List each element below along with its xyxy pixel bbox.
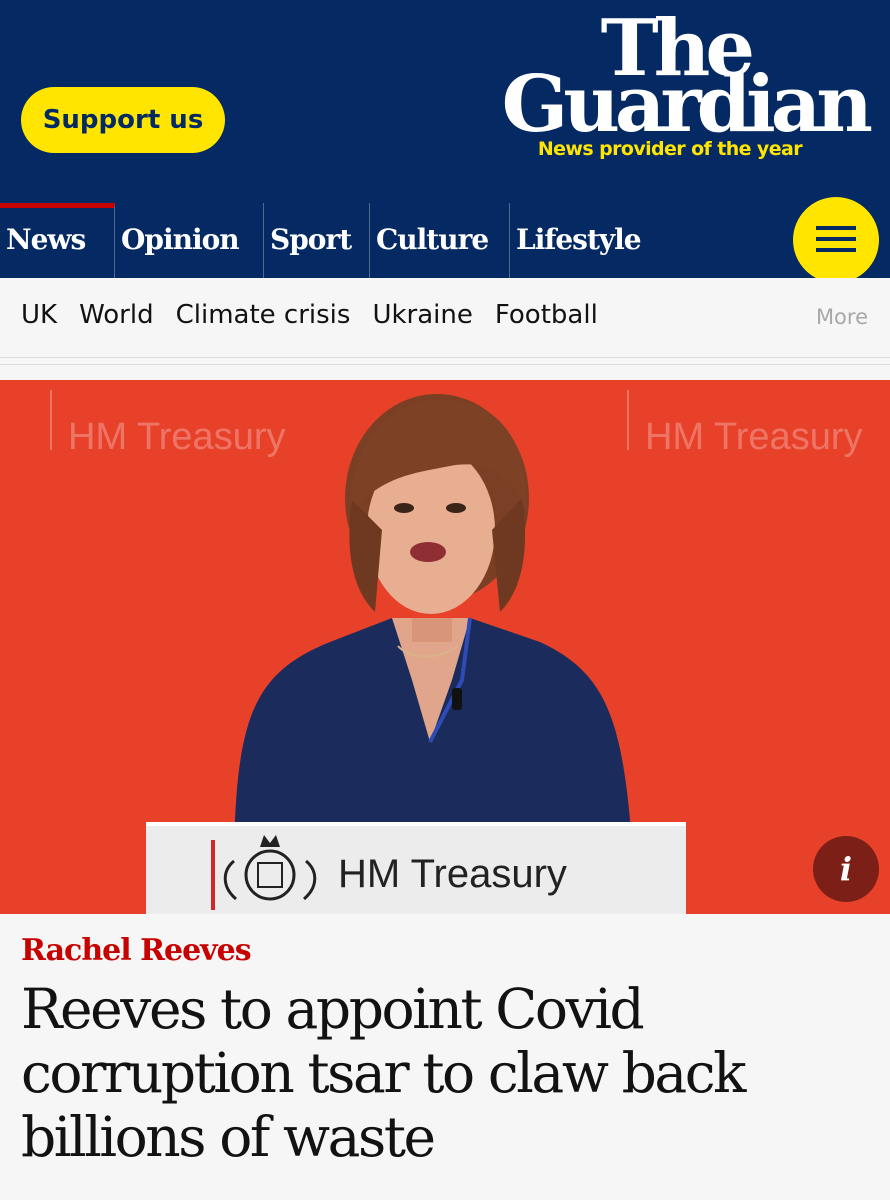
menu-button[interactable] — [793, 197, 879, 283]
more-link[interactable]: More — [816, 305, 868, 329]
pillar-sport[interactable]: Sport — [264, 203, 370, 278]
masthead: Support us The Guardian News provider of… — [0, 0, 890, 203]
sub-nav: UK World Climate crisis Ukraine Football… — [0, 278, 890, 358]
logo-tagline: News provider of the year — [537, 138, 803, 160]
subnav-item-world[interactable]: World — [79, 300, 154, 330]
guardian-logo[interactable]: The Guardian News provider of the year — [448, 4, 873, 174]
pillar-opinion[interactable]: Opinion — [115, 203, 264, 278]
subnav-item-uk[interactable]: UK — [21, 300, 57, 330]
image-info-button[interactable]: i — [813, 836, 879, 902]
pillar-news[interactable]: News — [0, 203, 115, 278]
article-headline: Reeves to appoint Covid corruption tsar … — [21, 977, 747, 1169]
pillar-culture[interactable]: Culture — [370, 203, 510, 278]
hamburger-menu-icon — [816, 226, 856, 230]
support-us-button[interactable]: Support us — [21, 87, 225, 153]
logo-word-guardian: Guardian — [501, 59, 873, 150]
pillar-lifestyle[interactable]: Lifestyle — [510, 203, 670, 278]
podium-text: HM Treasury — [338, 852, 567, 896]
hamburger-menu-icon-bar — [816, 248, 856, 252]
article-kicker[interactable]: Rachel Reeves — [21, 933, 252, 968]
subnav-item-football[interactable]: Football — [495, 300, 598, 330]
speaker-illustration — [146, 394, 686, 914]
hero-image[interactable]: HM Treasury HM Treasury HM Treasury — [0, 380, 890, 914]
subnav-item-climate-crisis[interactable]: Climate crisis — [176, 300, 351, 330]
subnav-item-ukraine[interactable]: Ukraine — [372, 300, 472, 330]
pillar-nav: News Opinion Sport Culture Lifestyle — [0, 203, 890, 278]
hamburger-menu-icon-bar — [816, 237, 856, 241]
divider — [0, 364, 890, 365]
